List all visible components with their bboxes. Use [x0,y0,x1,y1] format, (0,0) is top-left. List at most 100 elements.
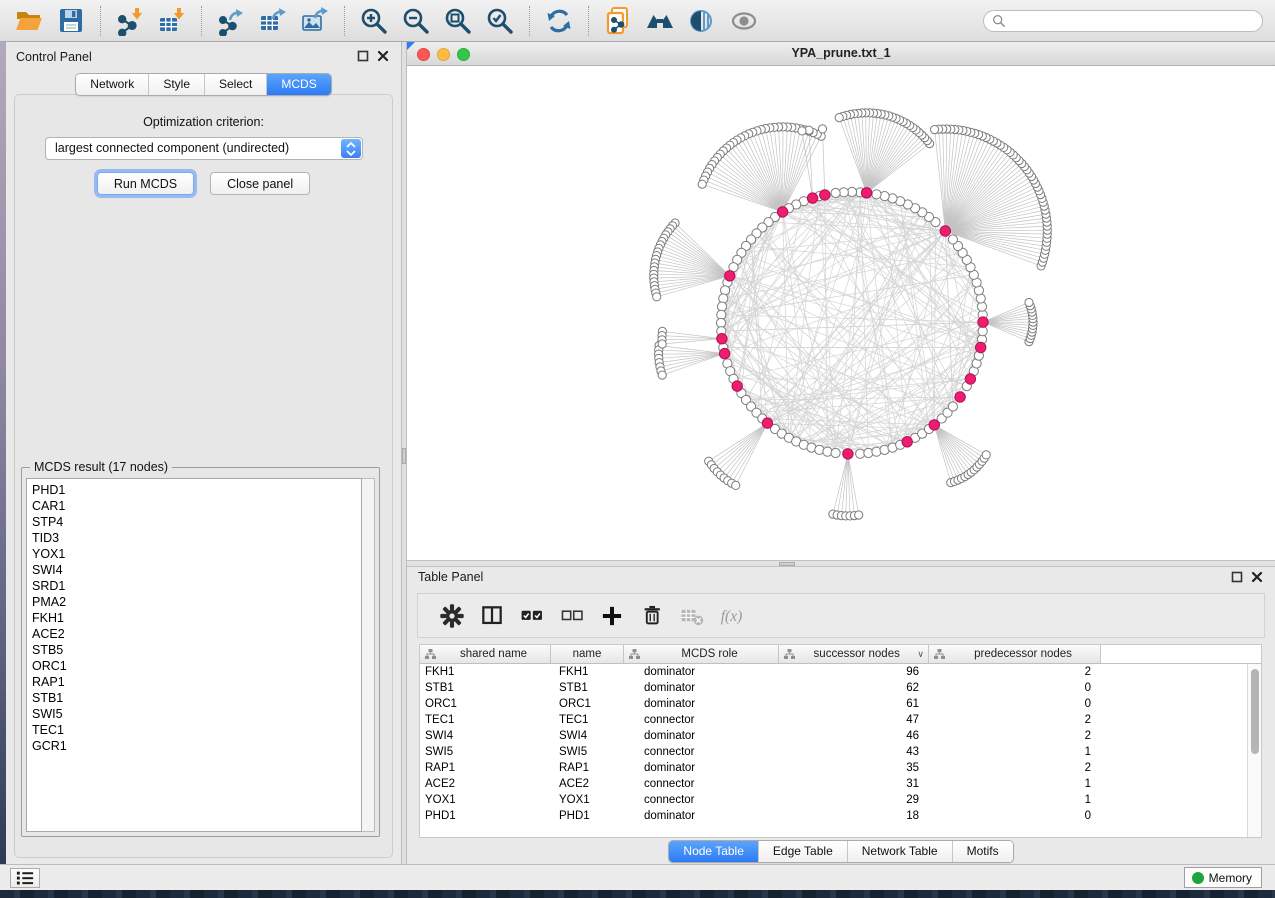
mcds-result-title: MCDS result (17 nodes) [30,460,172,474]
first-neighbors-button[interactable] [644,5,676,37]
mcds-result-item[interactable]: ORC1 [32,658,361,674]
refresh-view-button[interactable] [543,5,575,37]
zoom-in-button[interactable] [358,5,390,37]
table-tabs: Node TableEdge TableNetwork TableMotifs [407,840,1275,863]
mcds-result-item[interactable]: STB5 [32,642,361,658]
table-gear-icon [439,603,465,629]
search-input[interactable] [983,10,1263,32]
table-scrollbar-thumb[interactable] [1251,669,1259,754]
table-row[interactable]: RAP1RAP1dominator352 [420,760,1247,776]
tab-select[interactable]: Select [204,74,266,95]
network-window-titlebar[interactable]: YPA_prune.txt_1 [407,42,1275,66]
cell-name: PHD1 [551,810,624,822]
cell-MCDS-role: dominator [624,730,779,742]
cell-name: YOX1 [551,794,624,806]
table-float-icon[interactable] [1231,571,1243,583]
node-table[interactable]: shared namenameMCDS rolesuccessor nodes∨… [419,644,1262,838]
tab-motifs[interactable]: Motifs [952,841,1013,862]
window-zoom-light[interactable] [457,48,470,61]
window-minimize-light[interactable] [437,48,450,61]
export-network-button[interactable] [215,5,247,37]
split-columns-icon [479,603,505,629]
tab-network[interactable]: Network [76,74,148,95]
horizontal-splitter[interactable] [407,560,1275,567]
table-row[interactable]: STB1STB1dominator620 [420,680,1247,696]
mcds-result-item[interactable]: ACE2 [32,626,361,642]
split-columns-button[interactable] [478,602,506,630]
toolbar-separator [588,6,589,36]
float-panel-icon[interactable] [357,50,369,62]
cell-MCDS-role: connector [624,746,779,758]
mcds-result-item[interactable]: TEC1 [32,722,361,738]
mcds-result-item[interactable]: TID3 [32,530,361,546]
zoom-fit-button[interactable] [442,5,474,37]
delete-row-button[interactable] [638,602,666,630]
tab-style[interactable]: Style [148,74,204,95]
table-row[interactable]: ORC1ORC1dominator610 [420,696,1247,712]
table-row[interactable]: TEC1TEC1connector472 [420,712,1247,728]
cell-predecessor-nodes: 0 [929,698,1101,710]
show-style-button[interactable] [686,5,718,37]
mcds-result-item[interactable]: YOX1 [32,546,361,562]
mcds-result-scrollbar[interactable] [362,478,375,832]
close-panel-button[interactable]: Close panel [210,172,310,195]
column-header-predecessor-nodes[interactable]: predecessor nodes [929,645,1101,664]
tab-node-table[interactable]: Node Table [669,841,758,862]
clear-all-checks-button[interactable] [558,602,586,630]
mcds-result-item[interactable]: PMA2 [32,594,361,610]
network-graph[interactable] [407,66,1275,560]
table-row[interactable]: SWI5SWI5connector431 [420,744,1247,760]
table-row[interactable]: ACE2ACE2connector311 [420,776,1247,792]
run-mcds-button[interactable]: Run MCDS [97,172,194,195]
export-table-button[interactable] [257,5,289,37]
mcds-result-item[interactable]: GCR1 [32,738,361,754]
column-header-name[interactable]: name [551,645,624,664]
close-panel-icon[interactable] [377,50,389,62]
mcds-result-item[interactable]: FKH1 [32,610,361,626]
import-table-button[interactable] [156,5,188,37]
table-gear-button[interactable] [438,602,466,630]
column-header-MCDS-role[interactable]: MCDS role [624,645,779,664]
add-row-button[interactable] [598,602,626,630]
column-header-shared-name[interactable]: shared name [420,645,551,664]
table-close-icon[interactable] [1251,571,1263,583]
table-toolbar: f(x) [417,593,1265,638]
table-row[interactable]: YOX1YOX1connector291 [420,792,1247,808]
mcds-result-item[interactable]: CAR1 [32,498,361,514]
vertical-splitter-grip[interactable] [402,448,406,464]
tab-edge-table[interactable]: Edge Table [758,841,847,862]
table-row[interactable]: PHD1PHD1dominator180 [420,808,1247,824]
optimization-criterion-select[interactable]: largest connected component (undirected) [45,137,363,160]
show-graphics-details-button[interactable] [728,5,760,37]
column-header-successor-nodes[interactable]: successor nodes∨ [779,645,929,664]
mcds-result-item[interactable]: STP4 [32,514,361,530]
save-session-button[interactable] [55,5,87,37]
mcds-result-item[interactable]: STB1 [32,690,361,706]
table-row[interactable]: FKH1FKH1dominator962 [420,664,1247,680]
mcds-result-item[interactable]: PHD1 [32,482,361,498]
clone-network-button[interactable] [602,5,634,37]
zoom-selected-button[interactable] [484,5,516,37]
mcds-result-item[interactable]: SWI4 [32,562,361,578]
memory-button[interactable]: Memory [1184,867,1262,888]
select-all-checks-button[interactable] [518,602,546,630]
task-history-button[interactable] [10,868,40,888]
table-scrollbar[interactable] [1247,664,1261,837]
table-row[interactable]: SWI4SWI4dominator462 [420,728,1247,744]
cell-MCDS-role: dominator [624,810,779,822]
tab-mcds[interactable]: MCDS [266,74,330,95]
export-image-button[interactable] [299,5,331,37]
window-close-light[interactable] [417,48,430,61]
mcds-result-item[interactable]: RAP1 [32,674,361,690]
mcds-result-item[interactable]: SWI5 [32,706,361,722]
mcds-result-list[interactable]: PHD1CAR1STP4TID3YOX1SWI4SRD1PMA2FKH1ACE2… [26,478,362,832]
tab-network-table[interactable]: Network Table [847,841,952,862]
open-file-button[interactable] [13,5,45,37]
cell-predecessor-nodes: 0 [929,810,1101,822]
network-canvas[interactable] [407,66,1275,560]
refresh-view-icon [544,6,574,36]
horizontal-splitter-grip[interactable] [779,562,795,566]
mcds-result-item[interactable]: SRD1 [32,578,361,594]
zoom-out-button[interactable] [400,5,432,37]
import-network-button[interactable] [114,5,146,37]
